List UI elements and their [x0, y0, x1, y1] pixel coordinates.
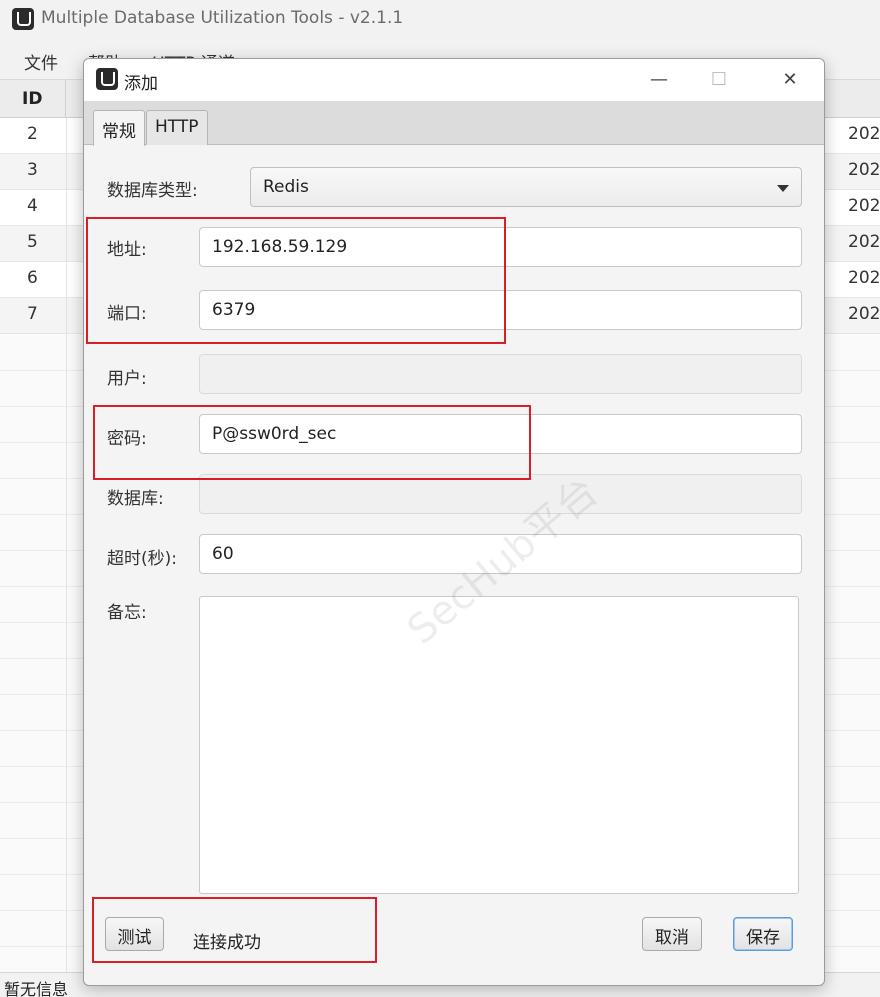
notes-label: 备忘: — [107, 603, 147, 623]
row-id: 5 — [27, 232, 38, 252]
menu-file[interactable]: 文件 — [24, 49, 58, 74]
row-id: 7 — [27, 304, 38, 324]
row-date: 202 — [848, 304, 880, 324]
db-type-select[interactable]: Redis — [250, 167, 802, 207]
tab-http[interactable]: HTTP — [146, 110, 208, 145]
column-divider — [66, 118, 67, 972]
database-label: 数据库: — [107, 489, 164, 509]
dialog-titlebar[interactable]: 添加 — ☐ ✕ — [84, 59, 824, 101]
row-id: 4 — [27, 196, 38, 216]
address-label: 地址: — [107, 240, 147, 260]
add-connection-dialog: 添加 — ☐ ✕ 常规 HTTP 数据库类型: Redis 地址: 192.16… — [83, 58, 825, 986]
app-title: Multiple Database Utilization Tools - v2… — [41, 8, 404, 28]
db-type-label: 数据库类型: — [107, 181, 198, 201]
user-input[interactable] — [199, 354, 802, 394]
row-id: 3 — [27, 160, 38, 180]
app-titlebar: Multiple Database Utilization Tools - v2… — [0, 0, 880, 40]
password-input[interactable]: P@ssw0rd_sec — [199, 414, 802, 454]
port-label: 端口: — [107, 304, 147, 324]
row-date: 202 — [848, 232, 880, 252]
row-date: 202 — [848, 268, 880, 288]
timeout-label: 超时(秒): — [107, 549, 177, 569]
password-label: 密码: — [107, 429, 147, 449]
chevron-down-icon — [777, 185, 789, 192]
row-id: 2 — [27, 124, 38, 144]
row-date: 202 — [848, 124, 880, 144]
notes-textarea[interactable] — [199, 596, 799, 894]
id-column-header[interactable]: ID — [0, 80, 66, 118]
minimize-button[interactable]: — — [644, 67, 674, 93]
save-button[interactable]: 保存 — [733, 917, 793, 951]
address-input[interactable]: 192.168.59.129 — [199, 227, 802, 267]
row-date: 202 — [848, 196, 880, 216]
status-text: 暂无信息 — [4, 980, 69, 997]
test-button[interactable]: 测试 — [105, 917, 164, 951]
timeout-input[interactable]: 60 — [199, 534, 802, 574]
cancel-button[interactable]: 取消 — [642, 917, 702, 951]
tab-bar: 常规 HTTP — [84, 101, 824, 146]
dialog-title: 添加 — [124, 74, 158, 94]
app-logo-icon — [96, 68, 118, 90]
maximize-button[interactable]: ☐ — [704, 67, 734, 93]
row-date: 202 — [848, 160, 880, 180]
port-input[interactable]: 6379 — [199, 290, 802, 330]
test-result-text: 连接成功 — [193, 933, 261, 953]
row-id: 6 — [27, 268, 38, 288]
db-type-value: Redis — [263, 177, 309, 197]
close-button[interactable]: ✕ — [775, 67, 805, 93]
database-input[interactable] — [199, 474, 802, 514]
app-logo-icon — [12, 8, 34, 30]
user-label: 用户: — [107, 369, 147, 389]
tab-general[interactable]: 常规 — [93, 110, 145, 146]
